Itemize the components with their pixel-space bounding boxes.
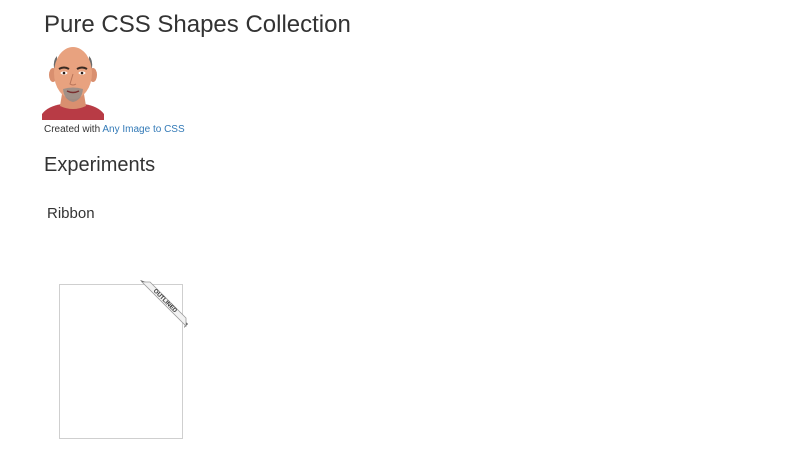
credit-prefix: Created with bbox=[44, 124, 101, 135]
experiments-heading: Experiments bbox=[44, 154, 156, 176]
credit-line: Created with Any Image to CSS bbox=[44, 123, 185, 136]
any-image-to-css-link[interactable]: Any Image to CSS bbox=[102, 124, 184, 135]
avatar bbox=[42, 47, 104, 120]
ribbon-heading: Ribbon bbox=[47, 205, 95, 222]
ribbon-shape: OUTLINED bbox=[140, 280, 188, 328]
page: Pure CSS Shapes Collection Created with … bbox=[0, 0, 800, 450]
ribbon-label: OUTLINED bbox=[152, 288, 178, 314]
page-title: Pure CSS Shapes Collection bbox=[44, 11, 351, 38]
